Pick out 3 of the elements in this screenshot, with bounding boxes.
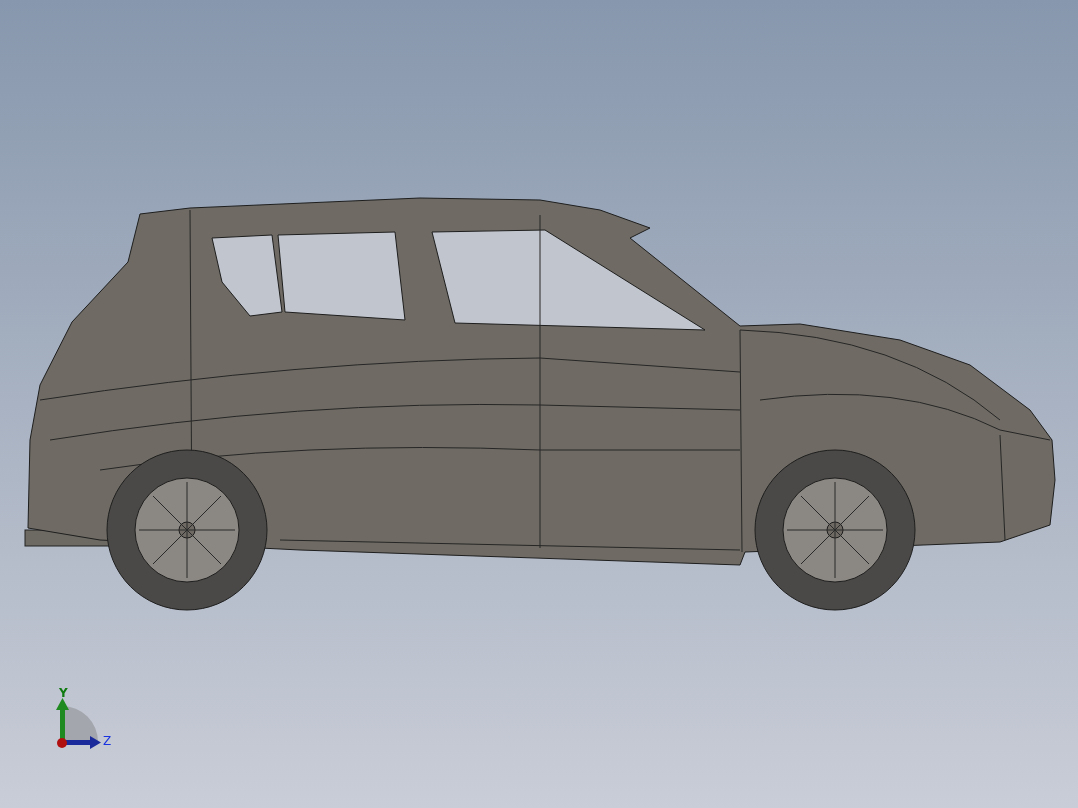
axis-triad-icon xyxy=(56,698,101,749)
z-axis-label: Z xyxy=(103,734,112,748)
y-axis-label: Y xyxy=(59,686,68,700)
